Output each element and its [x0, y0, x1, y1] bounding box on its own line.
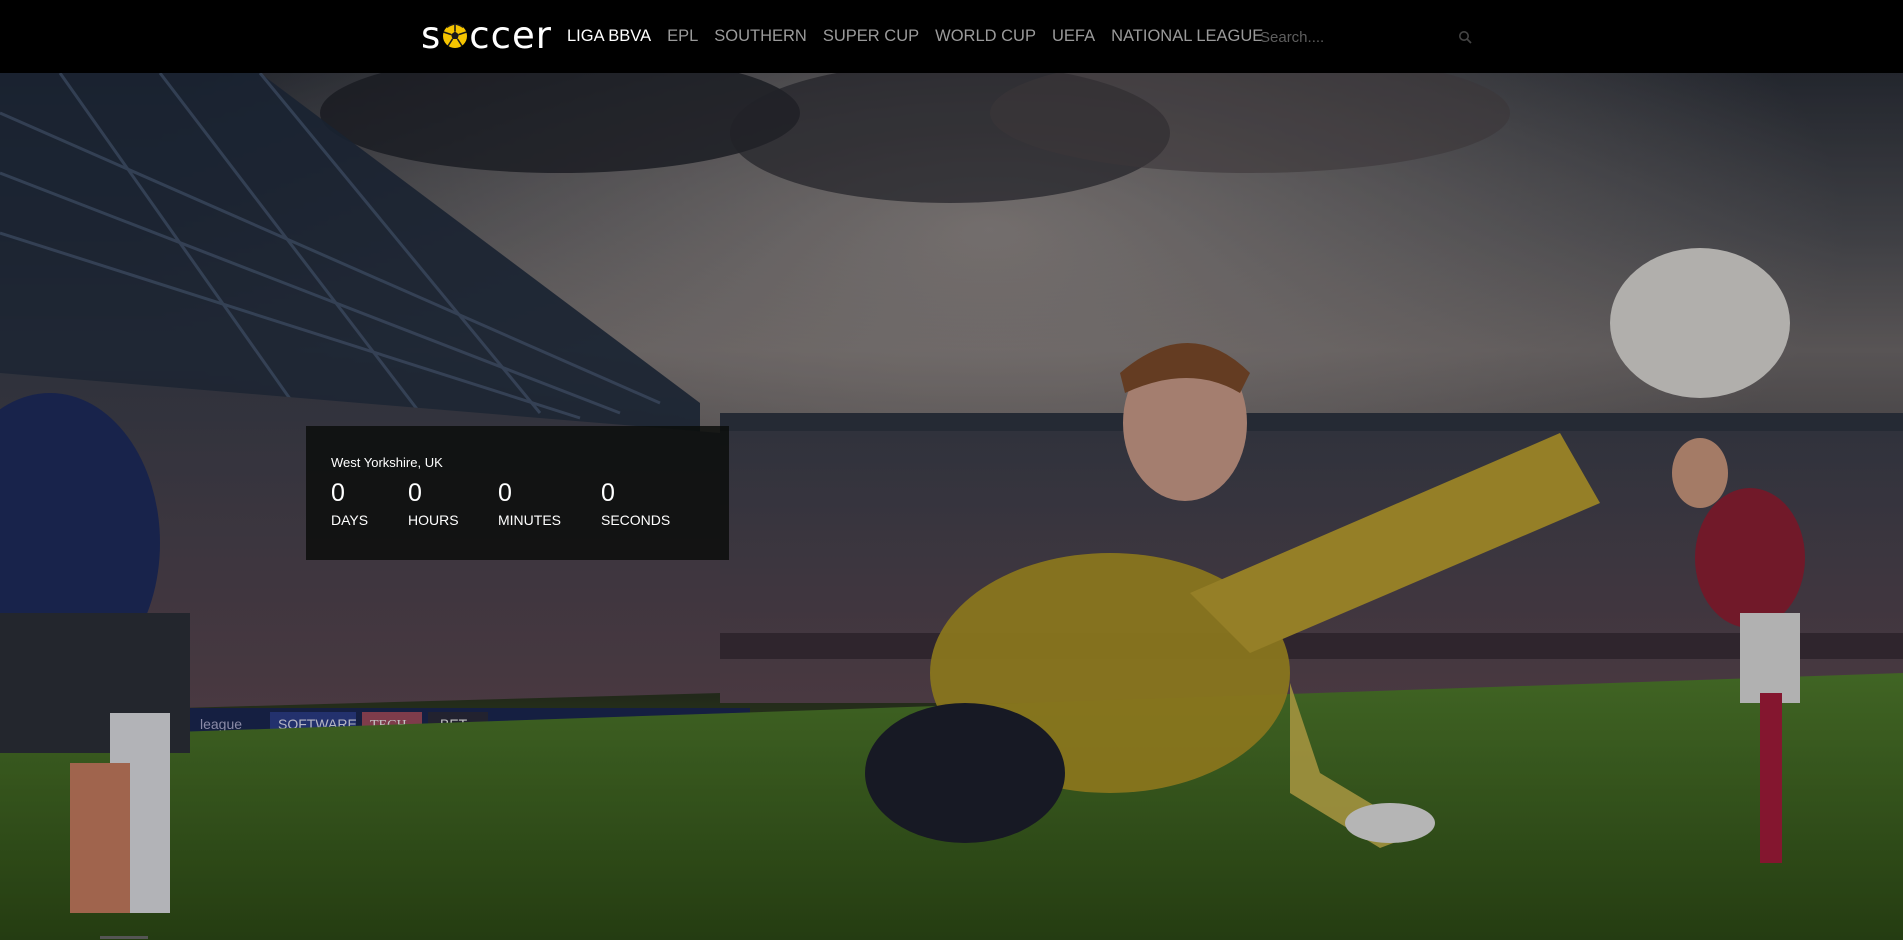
countdown-seconds-value: 0 [601, 479, 615, 507]
main-nav: LIGA BBVA EPL SOUTHERN SUPER CUP WORLD C… [567, 26, 1279, 46]
countdown-location: West Yorkshire, UK [331, 455, 443, 470]
nav-item-world-cup[interactable]: WORLD CUP [935, 26, 1036, 46]
countdown-hours: 0 HOURS [408, 478, 459, 529]
search-box [1248, 22, 1484, 52]
countdown-minutes-label: MINUTES [498, 512, 561, 528]
nav-item-liga-bbva[interactable]: LIGA BBVA [567, 26, 651, 46]
countdown-days-label: DAYS [331, 512, 369, 528]
countdown-hours-label: HOURS [408, 512, 459, 528]
horizontal-scroll-indicator[interactable] [100, 936, 148, 939]
search-icon[interactable] [1458, 30, 1472, 44]
logo-text-right: ccer [469, 14, 552, 57]
hero-banner: SOFTWARE league TECH BET West Yorkshire,… [0, 73, 1903, 940]
logo-text-left: s [421, 14, 442, 57]
top-navbar: s ccer LIGA BBVA EPL SOUTHERN SUPER CUP … [0, 0, 1903, 73]
hero-background-image: SOFTWARE league TECH BET [0, 73, 1903, 940]
countdown-seconds-label: SECONDS [601, 512, 671, 528]
countdown-minutes-value: 0 [498, 479, 512, 507]
countdown-minutes: 0 MINUTES [498, 478, 561, 529]
countdown-days: 0 DAYS [331, 478, 368, 529]
soccer-ball-icon [443, 23, 468, 48]
site-logo[interactable]: s ccer [421, 14, 552, 58]
nav-item-southern[interactable]: SOUTHERN [714, 26, 807, 46]
search-input[interactable] [1248, 28, 1448, 46]
countdown-seconds: 0 SECONDS [601, 478, 670, 529]
match-countdown: West Yorkshire, UK 0 DAYS 0 HOURS 0 MINU… [306, 426, 729, 560]
nav-item-national-league[interactable]: NATIONAL LEAGUE [1111, 26, 1263, 46]
nav-item-epl[interactable]: EPL [667, 26, 698, 46]
countdown-hours-value: 0 [408, 479, 422, 507]
countdown-days-value: 0 [331, 479, 345, 507]
nav-item-uefa[interactable]: UEFA [1052, 26, 1095, 46]
nav-item-super-cup[interactable]: SUPER CUP [823, 26, 919, 46]
